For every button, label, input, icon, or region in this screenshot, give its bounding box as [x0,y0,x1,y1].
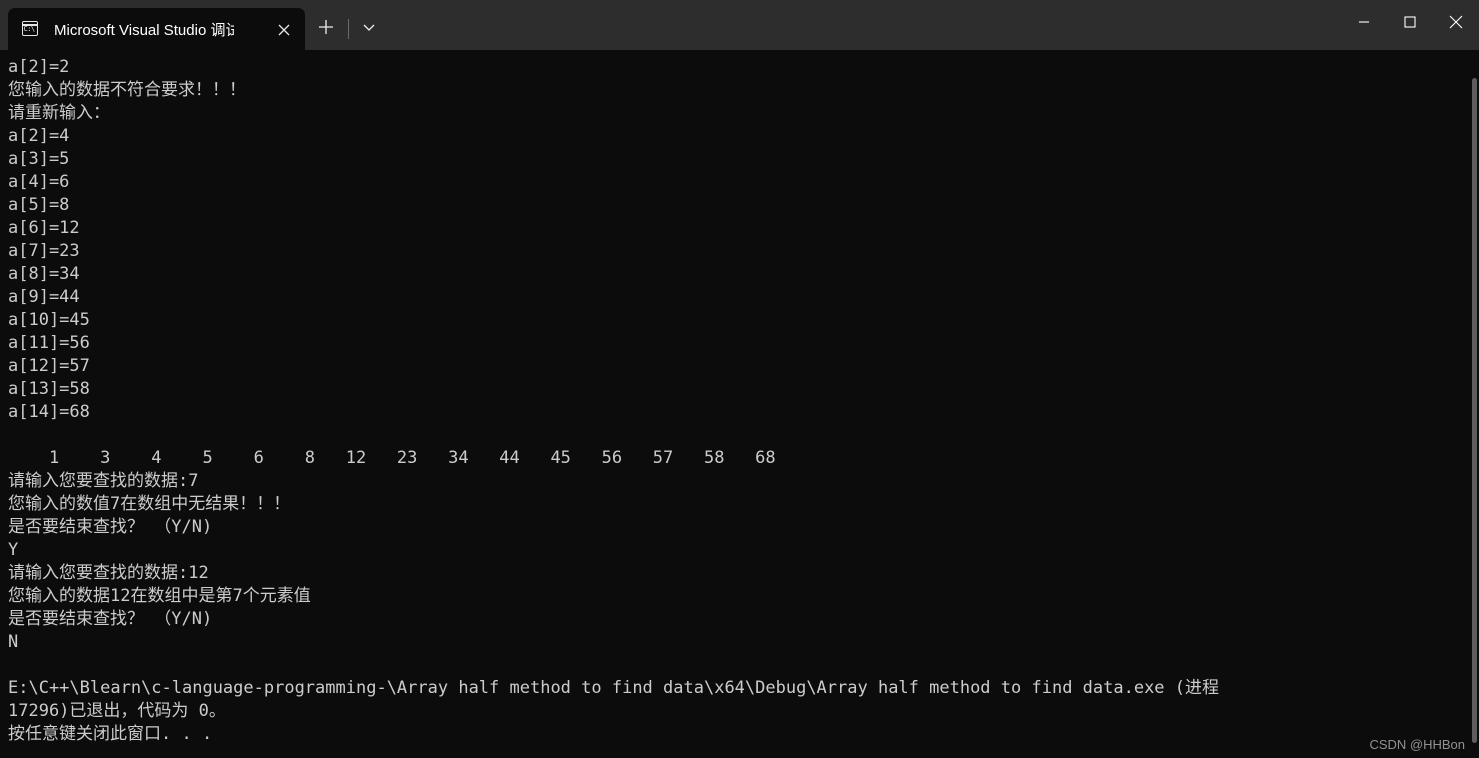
terminal-line: a[6]=12 [8,218,80,238]
close-icon [1449,15,1463,29]
title-bar: C:\ Microsoft Visual Studio 调试控 [0,0,1479,50]
terminal-line: 是否要结束查找？ （Y/N) [8,517,213,537]
terminal-line: 17296)已退出，代码为 0。 [8,701,226,721]
terminal-line: a[13]=58 [8,379,90,399]
terminal-line: a[9]=44 [8,287,80,307]
new-tab-button[interactable] [309,8,343,50]
terminal-line: 1 3 4 5 6 8 12 23 34 44 45 56 57 58 68 [8,448,776,468]
tab-dropdown-button[interactable] [354,8,384,50]
terminal-line: 请输入您要查找的数据:7 [8,471,199,491]
plus-icon [317,18,335,40]
maximize-button[interactable] [1387,0,1433,44]
terminal-line: 您输入的数据不符合要求！！！ [8,80,246,100]
watermark: CSDN @HHBon [1369,737,1465,752]
maximize-icon [1404,16,1416,28]
terminal-line: 请输入您要查找的数据:12 [8,563,209,583]
close-button[interactable] [1433,0,1479,44]
terminal-line: 按任意键关闭此窗口. . . [8,724,213,744]
terminal-line: 您输入的数值7在数组中无结果！！！ [8,494,291,514]
window-controls [1341,0,1479,44]
terminal-line: 是否要结束查找？ （Y/N) [8,609,213,629]
terminal-output: a[2]=2 您输入的数据不符合要求！！！ 请重新输入： a[2]=4 a[3]=5 a[… [8,56,1479,746]
terminal-line: a[2]=4 [8,126,70,146]
terminal-line: a[11]=56 [8,333,90,353]
terminal-line: a[3]=5 [8,149,70,169]
terminal-line: a[5]=8 [8,195,70,215]
scrollbar-thumb[interactable] [1472,78,1477,743]
terminal-line: N [8,632,19,652]
terminal-pane[interactable]: a[2]=2 您输入的数据不符合要求！！！ 请重新输入： a[2]=4 a[3]=5 a[… [0,50,1479,758]
terminal-line: a[14]=68 [8,402,90,422]
toolbar-divider [348,19,349,39]
terminal-line: E:\C++\Blearn\c-language-programming-\Ar… [8,678,1220,698]
tab-close-icon[interactable] [273,19,295,41]
command-prompt-icon-glyph: C:\ [23,25,36,33]
chevron-down-icon [361,19,377,39]
terminal-line: a[7]=23 [8,241,80,261]
terminal-line: a[8]=34 [8,264,80,284]
minimize-button[interactable] [1341,0,1387,44]
terminal-line: a[2]=2 [8,57,70,77]
terminal-line: Y [8,540,19,560]
terminal-line: a[10]=45 [8,310,90,330]
terminal-line: a[4]=6 [8,172,70,192]
terminal-scrollbar[interactable] [1465,50,1479,758]
terminal-line: a[12]=57 [8,356,90,376]
tab-strip: C:\ Microsoft Visual Studio 调试控 [0,0,1341,50]
terminal-line: 您输入的数据12在数组中是第7个元素值 [8,586,311,606]
command-prompt-icon: C:\ [22,20,40,38]
tab-title: Microsoft Visual Studio 调试控 [54,21,234,39]
terminal-tab[interactable]: C:\ Microsoft Visual Studio 调试控 [8,8,305,50]
terminal-line: 请重新输入： [8,103,110,123]
minimize-icon [1358,16,1370,28]
